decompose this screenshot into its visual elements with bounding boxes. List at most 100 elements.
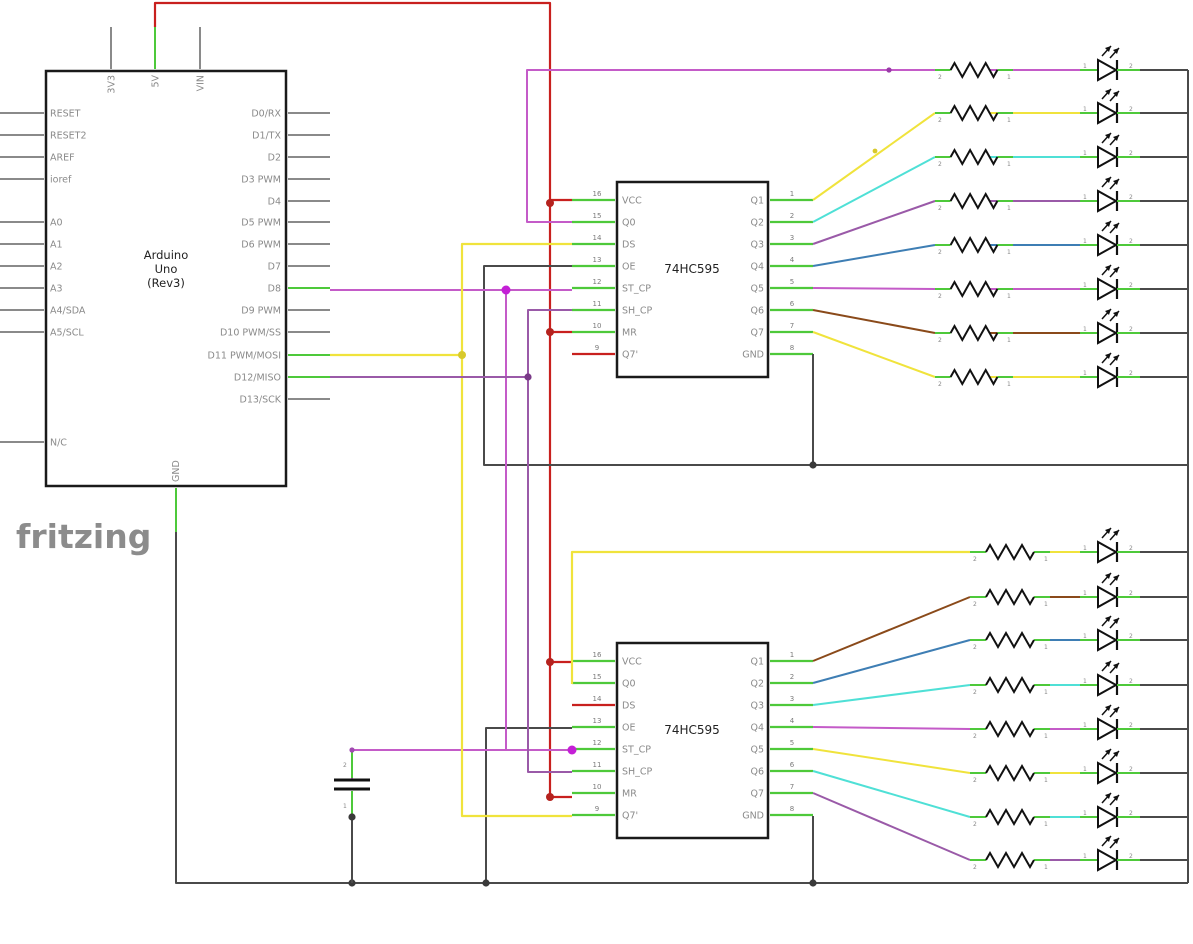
led-triangle [1097,189,1119,213]
chip1-q1-wire[interactable] [812,112,936,201]
chip2-q6-wire[interactable] [812,770,971,818]
chip-pin-number: 9 [595,344,599,352]
arduino-pin-label: A4/SDA [50,306,86,317]
chip1-q6-wire[interactable] [812,309,936,334]
led[interactable]: 12 [1080,220,1188,257]
led[interactable]: 12 [1080,308,1188,345]
resistor-pin-label: 1 [1044,556,1048,563]
chip1-q3-wire[interactable] [812,200,936,245]
chip-pin-number: 13 [593,256,602,264]
arduino-pin-label: D4 [268,197,281,208]
shift-register-chip-1[interactable]: 74HC595 [615,180,770,379]
resistor-body [985,630,1035,650]
chip-pin-label: Q2 [750,218,764,229]
chip2-q2-wire[interactable] [812,639,971,684]
resistor[interactable]: 21 [935,60,1013,81]
led-triangle [1097,58,1119,82]
resistor-body [949,60,999,80]
resistor[interactable]: 21 [935,235,1013,256]
chip-pin-label: Q1 [750,657,764,668]
resistor[interactable]: 21 [970,542,1050,563]
led-pin-label: 1 [1083,590,1087,597]
resistor[interactable]: 21 [970,850,1050,871]
resistor[interactable]: 21 [970,630,1050,651]
chip1-q5-wire[interactable] [812,287,936,290]
resistor[interactable]: 21 [935,191,1013,212]
led[interactable]: 12 [1080,176,1188,213]
led[interactable]: 12 [1080,748,1188,785]
chip-pin-label: MR [622,328,637,339]
resistor[interactable]: 21 [970,675,1050,696]
capacitor-junction-dot [348,813,356,821]
led-triangle [1097,540,1119,564]
power-junction-dot [546,199,554,207]
data-yellow-wire[interactable] [460,242,572,818]
resistor[interactable]: 21 [970,807,1050,828]
chip2-q4-wire[interactable] [812,726,971,730]
resistor-pin-label: 1 [1044,777,1048,784]
led-triangle [1097,101,1119,125]
led[interactable]: 12 [1080,704,1188,741]
shift-register-chip-2[interactable]: 74HC595 [615,641,770,840]
led-triangle [1097,628,1119,652]
resistor-pin-label: 2 [938,249,942,256]
chip-pin-label: ST_CP [622,745,651,756]
resistor[interactable]: 21 [970,719,1050,740]
resistor[interactable]: 21 [970,587,1050,608]
arduino-pin-label: A0 [50,218,63,229]
resistor-pin-label: 1 [1044,864,1048,871]
chip-pin-label: Q3 [750,240,764,251]
led-pin-label: 2 [1129,150,1133,157]
led[interactable]: 12 [1080,792,1188,829]
chip1-q7-wire[interactable] [812,331,936,378]
ground-wire[interactable] [483,265,1188,466]
resistor[interactable]: 21 [935,279,1013,300]
led[interactable]: 12 [1080,615,1188,652]
arduino-pin-label: D10 PWM/SS [220,328,281,339]
resistor[interactable]: 21 [935,147,1013,168]
ground-junction-dot [482,879,490,887]
led[interactable]: 12 [1080,264,1188,301]
led[interactable]: 12 [1080,660,1188,697]
led-pin-label: 1 [1083,194,1087,201]
led[interactable]: 12 [1080,527,1188,564]
arduino-pin-label: A2 [50,262,63,273]
resistor[interactable]: 21 [935,103,1013,124]
arduino-pin-label: N/C [50,438,67,449]
chip2-q3-wire[interactable] [812,684,971,706]
latch-pink-wire[interactable] [505,290,572,751]
chip-pin-label: Q6 [750,306,764,317]
resistor-pin-label: 2 [973,644,977,651]
chip-pin-number: 2 [790,673,794,681]
chip-pin-label: Q7' [622,811,638,822]
arduino-pin-label: VIN [196,75,207,91]
chip2-q1-wire[interactable] [812,596,971,662]
chip1-q2-wire[interactable] [812,156,936,223]
led[interactable]: 12 [1080,132,1188,169]
resistor[interactable]: 21 [935,367,1013,388]
led[interactable]: 12 [1080,572,1188,609]
chip1-q4-wire[interactable] [812,244,936,267]
led[interactable]: 12 [1080,88,1188,125]
arduino-pin-label: AREF [50,153,75,164]
arduino-pin-label: D11 PWM/MOSI [208,351,281,362]
chip-pin-label: MR [622,789,637,800]
chip-pin-label: Q5 [750,284,764,295]
led-pin-label: 2 [1129,810,1133,817]
resistor-pin-label: 1 [1044,821,1048,828]
led[interactable]: 12 [1080,45,1188,82]
chip-pin-number: 14 [593,695,602,703]
resistor[interactable]: 21 [935,323,1013,344]
led-pin-label: 2 [1129,63,1133,70]
arduino-pin-label: RESET2 [50,131,86,142]
chip2-q7-wire[interactable] [812,792,971,861]
capacitor-junction-dot [349,747,355,753]
led[interactable]: 12 [1080,352,1188,389]
chip-pin-number: 4 [790,717,795,725]
chip2-q5-wire[interactable] [812,748,971,774]
chip-pin-number: 12 [593,739,602,747]
capacitor-pin-label: 1 [343,803,347,810]
chip-pin-label: ST_CP [622,284,651,295]
resistor[interactable]: 21 [970,763,1050,784]
led[interactable]: 12 [1080,835,1188,872]
